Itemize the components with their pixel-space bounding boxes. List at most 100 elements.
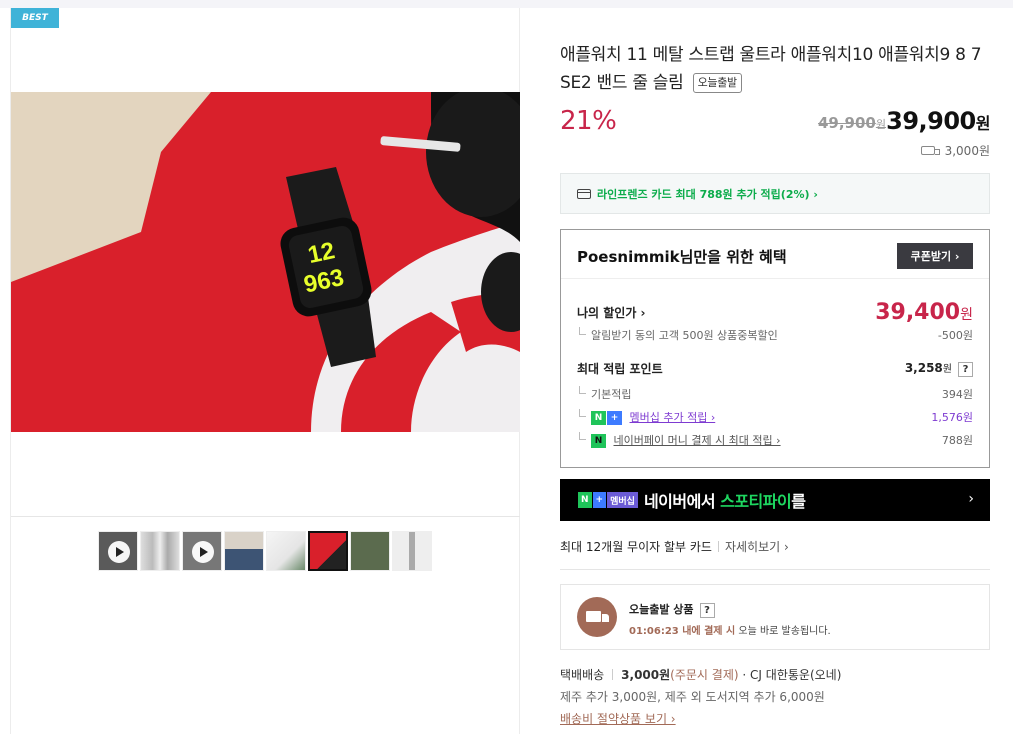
delivery-method: 택배배송 [560, 668, 605, 682]
main-product-image[interactable]: 12 963 [11, 92, 520, 432]
original-price: 49,900원 [818, 114, 886, 132]
max-points-unit: 원 [942, 364, 952, 375]
max-points: 3,258원? [905, 360, 973, 377]
today-ship-title-text: 오늘출발 상품 [629, 603, 694, 616]
installment-more-link[interactable]: 자세히보기 › [725, 540, 789, 554]
get-coupon-button[interactable]: 쿠폰받기 › [897, 243, 973, 269]
my-price: 39,400원 [875, 300, 973, 325]
help-icon[interactable]: ? [699, 603, 715, 618]
naver-membership-tag: N + 멤버십 [578, 492, 638, 508]
original-price-value: 49,900 [817, 114, 876, 132]
benefit-heading: Poesnimmik님만을 위한 혜택 [577, 248, 787, 266]
delivery-line-3: 배송비 절약상품 보기 › [560, 708, 841, 730]
spotify-highlight: 스포티파이 [720, 492, 792, 511]
naver-n-icon: N [591, 411, 606, 425]
section-divider [560, 569, 990, 570]
max-points-row: 최대 적립 포인트 3,258원? [577, 360, 973, 377]
membership-label: 멤버십 [607, 492, 638, 508]
help-icon[interactable]: ? [958, 362, 973, 377]
plus-icon: + [607, 411, 622, 425]
delivery-dot: · [742, 668, 747, 682]
npay-points: N 네이버페이 머니 결제 시 최대 적립 › [577, 432, 781, 448]
my-price-label[interactable]: 나의 할인가 › [577, 304, 646, 321]
card-promo-text: 라인프렌즈 카드 최대 788원 추가 적립(2%) › [597, 187, 818, 201]
naver-n-icon: N [578, 492, 592, 508]
spotify-banner[interactable]: N + 멤버십 네이버에서 스포티파이를 › [560, 479, 990, 521]
truck-icon [920, 146, 940, 155]
membership-points-value: 1,576원 [931, 411, 973, 424]
discount-rate: 21% [560, 106, 617, 136]
delivery-carrier: CJ 대한통운(오네) [750, 668, 842, 682]
membership-points-link[interactable]: 멤버십 추가 적립 › [630, 411, 716, 424]
credit-card-icon [577, 188, 591, 199]
spotify-text: 네이버에서 스포티파이를 [644, 488, 806, 512]
delivery-info: 택배배송 3,000원(주문시 결제) · CJ 대한통운(오네) 제주 추가 3… [560, 664, 841, 730]
product-title-text: 애플워치 11 메탈 스트랩 울트라 애플워치10 애플워치9 8 7 SE2 … [560, 45, 982, 93]
delivery-extra: 제주 추가 3,000원, 제주 외 도서지역 추가 6,000원 [560, 690, 825, 704]
today-ship-countdown: 01:06:23 내에 결제 시 [629, 626, 736, 637]
today-ship-tag: 오늘출발 [692, 73, 742, 93]
plus-icon: + [592, 492, 607, 508]
play-icon [192, 541, 214, 563]
gallery-divider [11, 516, 520, 517]
spotify-text-before: 네이버에서 [643, 492, 721, 511]
separator [612, 669, 614, 680]
naver-pay-icon: N [591, 434, 606, 448]
installment-info: 최대 12개월 무이자 할부 카드 자세히보기 › [560, 538, 789, 555]
max-points-value: 3,258 [904, 361, 943, 375]
play-icon [108, 541, 130, 563]
benefit-divider [561, 278, 989, 279]
shipping-fee-value: 3,000원 [944, 144, 990, 158]
basic-points-value: 394원 [941, 388, 973, 401]
svg-text:12: 12 [306, 237, 338, 269]
sale-price: 39,900원 [886, 107, 990, 135]
saving-products-link[interactable]: 배송비 절약상품 보기 › [560, 712, 676, 726]
delivery-fee: 3,000원 [621, 668, 671, 682]
naver-plus-icon: N + [591, 411, 622, 425]
delivery-line-1: 택배배송 3,000원(주문시 결제) · CJ 대한통운(오네) [560, 664, 841, 686]
membership-points: N + 멤버십 추가 적립 › [577, 409, 715, 425]
thumb-video-1[interactable] [98, 531, 138, 571]
original-price-unit: 원 [875, 118, 886, 131]
chevron-right-icon: › [968, 491, 974, 507]
product-gallery: BEST 12 963 [10, 8, 520, 734]
alarm-discount-row: 알림받기 동의 고객 500원 상품중복할인 -500원 [577, 327, 973, 343]
my-price-unit: 원 [960, 307, 973, 323]
today-ship-desc: 01:06:23 내에 결제 시 오늘 바로 발송됩니다. [629, 622, 831, 637]
thumb-white-shirt[interactable] [266, 531, 306, 571]
alarm-discount-value: -500원 [937, 329, 973, 342]
thumb-video-2[interactable] [182, 531, 222, 571]
today-ship-box: 오늘출발 상품? 01:06:23 내에 결제 시 오늘 바로 발송됩니다. [560, 584, 990, 650]
thumb-olive[interactable] [350, 531, 390, 571]
sale-price-unit: 원 [975, 114, 991, 133]
thumb-wrist-jeans[interactable] [224, 531, 264, 571]
card-promo-banner[interactable]: 라인프렌즈 카드 최대 788원 추가 적립(2%) › [560, 173, 990, 214]
basic-points-label: 기본적립 [577, 386, 631, 402]
alarm-discount-label: 알림받기 동의 고객 500원 상품중복할인 [577, 327, 778, 343]
thumb-red-towel[interactable] [308, 531, 348, 571]
product-title: 애플워치 11 메탈 스트랩 울트라 애플워치10 애플워치9 8 7 SE2 … [560, 41, 990, 97]
max-points-label: 최대 적립 포인트 [577, 362, 663, 376]
main-image-illustration: 12 963 [11, 92, 520, 432]
delivery-fee-note: (주문시 결제) [670, 668, 739, 682]
sale-price-value: 39,900 [886, 107, 976, 135]
member-benefit-box: Poesnimmik님만을 위한 혜택 쿠폰받기 › 나의 할인가 › 39,4… [560, 229, 990, 468]
separator [717, 541, 719, 552]
thumbnail-strip [98, 531, 432, 571]
today-ship-title: 오늘출발 상품? [629, 601, 715, 618]
shipping-fee: 3,000원 [920, 142, 990, 159]
membership-points-row: N + 멤버십 추가 적립 › 1,576원 [577, 409, 973, 425]
top-bar [0, 0, 1013, 8]
best-badge: BEST [11, 8, 59, 28]
npay-points-link[interactable]: 네이버페이 머니 결제 시 최대 적립 › [614, 434, 781, 447]
delivery-truck-icon [577, 597, 617, 637]
spotify-text-after: 를 [791, 492, 806, 511]
npay-points-value: 788원 [941, 434, 973, 447]
basic-points-row: 기본적립 394원 [577, 386, 973, 402]
today-ship-desc-text: 오늘 바로 발송됩니다. [735, 626, 831, 637]
thumb-silver-bands[interactable] [140, 531, 180, 571]
npay-points-row: N 네이버페이 머니 결제 시 최대 적립 › 788원 [577, 432, 973, 448]
thumb-white-band[interactable] [392, 531, 432, 571]
installment-text: 최대 12개월 무이자 할부 카드 [560, 540, 712, 554]
my-price-value: 39,400 [875, 300, 961, 325]
